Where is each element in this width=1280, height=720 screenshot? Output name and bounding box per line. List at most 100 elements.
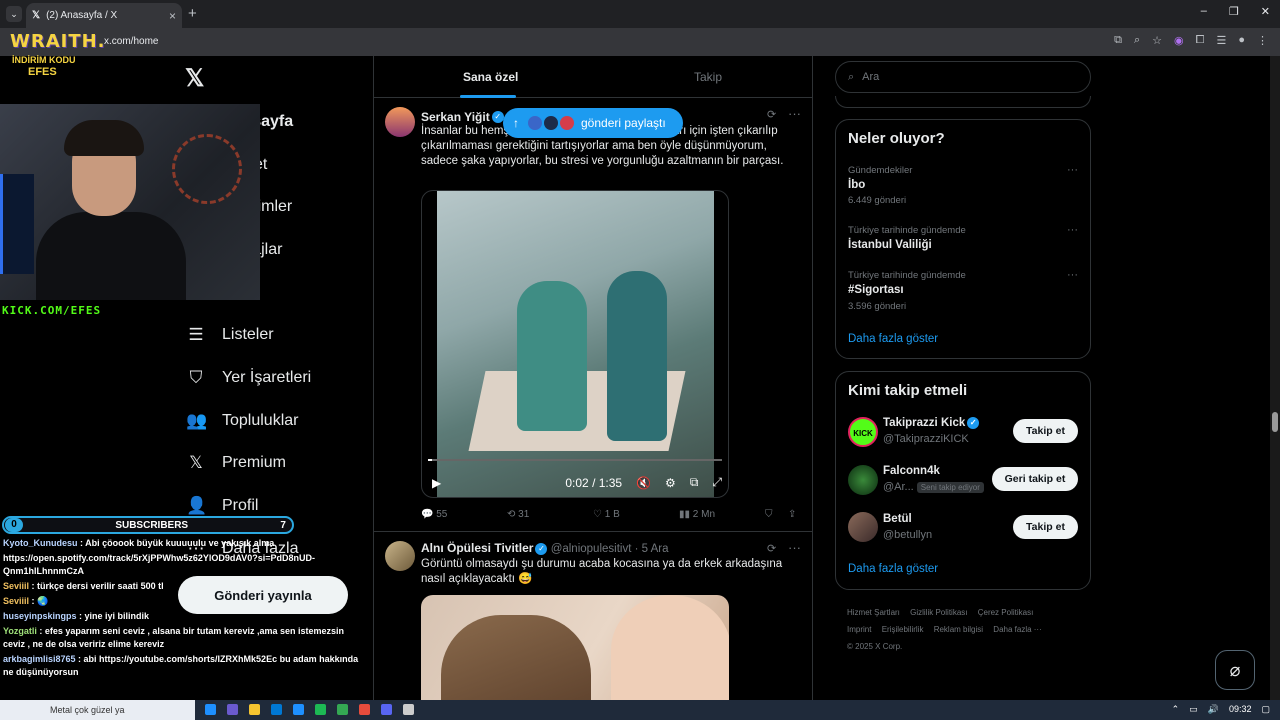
grok-icon[interactable]: ⟳ (767, 108, 776, 121)
url-field[interactable]: x.com/home (104, 36, 158, 47)
tweet-text: Görüntü olmasaydı şu durumu acaba kocası… (421, 558, 783, 585)
taskbar-search[interactable]: Metal çok güzel ya (0, 700, 195, 720)
more-icon[interactable]: ··· (1067, 164, 1078, 176)
tweet-image[interactable] (421, 595, 729, 705)
footer-link[interactable]: Çerez Politikası (978, 608, 1034, 617)
like-button[interactable]: ♡ 1 B (593, 509, 620, 520)
folder-icon[interactable] (249, 704, 260, 715)
avatar[interactable] (848, 512, 878, 542)
footer-link[interactable]: Erişilebilirlik (882, 625, 924, 634)
avatar[interactable] (848, 465, 878, 495)
minimize-button[interactable]: – (1201, 5, 1207, 18)
trend-meta: Türkiye tarihinde gündemde (848, 225, 966, 236)
tab-search-button[interactable]: ⌄ (6, 6, 22, 22)
x-logo-icon[interactable]: 𝕏 (185, 64, 204, 93)
scrollbar[interactable] (1270, 56, 1280, 700)
follow-button[interactable]: Takip et (1013, 419, 1078, 443)
clock[interactable]: 09:32 (1229, 704, 1252, 715)
chrome-icon[interactable] (337, 704, 348, 715)
show-more-link[interactable]: Daha fazla göster (848, 333, 938, 345)
profile-icon[interactable]: ● (1238, 34, 1245, 47)
footer-link[interactable]: Hizmet Şartları (847, 608, 900, 617)
extension-icon[interactable]: ◉ (1174, 34, 1184, 47)
chrome-profile-icon[interactable] (359, 704, 370, 715)
tab-close-icon[interactable]: × (169, 9, 176, 23)
author-name[interactable]: Serkan Yiğit (421, 110, 490, 124)
nav-premium[interactable]: 𝕏 Premium (186, 453, 286, 473)
grok-icon[interactable]: ⟳ (767, 542, 776, 555)
more-icon[interactable]: ··· (1067, 269, 1078, 281)
follow-back-button[interactable]: Geri takip et (992, 467, 1078, 491)
author-name[interactable]: Alnı Öpülesi Tivitler (421, 541, 533, 555)
tab-for-you[interactable]: Sana özel (463, 70, 518, 84)
tab-following[interactable]: Takip (694, 70, 722, 84)
account-name[interactable]: Takiprazzi Kick ✓ (883, 417, 980, 429)
grok-button[interactable]: ⌀ (1215, 650, 1255, 690)
fullscreen-icon[interactable]: ⤢ (712, 475, 722, 490)
account-name[interactable]: Betül (883, 513, 912, 525)
puzzle-icon[interactable]: ⧠ (1196, 34, 1205, 47)
copilot-icon[interactable] (227, 704, 238, 715)
share-notification-pill[interactable]: ↑ gönderi paylaştı (503, 108, 683, 138)
nav-bookmarks[interactable]: ⛉ Yer İşaretleri (186, 368, 312, 388)
cat-figure (441, 615, 591, 705)
more-icon[interactable]: ··· (1067, 224, 1078, 236)
close-window-button[interactable]: ✕ (1261, 5, 1270, 18)
avatar[interactable] (385, 541, 415, 571)
menu-icon[interactable]: ⋮ (1257, 34, 1268, 47)
trend-name[interactable]: #Sigortası (848, 284, 904, 296)
nav-communities[interactable]: 👥 Topluluklar (186, 411, 298, 431)
nav-lists[interactable]: ☰ Listeler (186, 325, 273, 345)
volume-icon[interactable]: 🔊 (1208, 704, 1219, 715)
edge-icon[interactable] (205, 704, 216, 715)
network-icon[interactable]: ▭ (1189, 704, 1198, 715)
cast-icon[interactable]: ⧉ (1114, 34, 1122, 47)
repost-button[interactable]: ⟲ 31 (507, 509, 529, 520)
chevron-up-icon[interactable]: ⌃ (1172, 704, 1180, 715)
maximize-button[interactable]: ❐ (1229, 5, 1239, 18)
play-icon[interactable]: ▶ (432, 476, 441, 490)
obs-icon[interactable] (403, 704, 414, 715)
account-handle-row: @Ar... Seni takip ediyor (883, 481, 984, 493)
author-handle[interactable]: @alniopulesitivt (551, 543, 632, 555)
video-progress-bar[interactable] (428, 459, 722, 461)
more-icon[interactable]: ··· (788, 106, 801, 121)
share-icon[interactable]: ⇪ (788, 509, 796, 520)
footer-link[interactable]: Imprint (847, 625, 871, 634)
outlook-icon[interactable] (271, 704, 282, 715)
pip-icon[interactable]: ⧉ (690, 475, 699, 490)
store-icon[interactable] (293, 704, 304, 715)
nav-profile[interactable]: 👤 Profil (186, 496, 258, 516)
account-name[interactable]: Falconn4k (883, 465, 940, 477)
notification-icon[interactable]: ▢ (1261, 704, 1270, 715)
footer-link[interactable]: Gizlilik Politikası (910, 608, 967, 617)
views-button[interactable]: ▮▮ 2 Mn (679, 509, 715, 520)
follow-button[interactable]: Takip et (1013, 515, 1078, 539)
more-icon[interactable]: ··· (788, 540, 801, 555)
reply-button[interactable]: 💬 55 (421, 509, 447, 520)
settings-icon[interactable]: ⚙ (665, 476, 676, 490)
star-icon[interactable]: ☆ (1152, 34, 1162, 47)
tweet-time[interactable]: · 5 Ara (635, 543, 669, 555)
browser-tab[interactable]: 𝕏 (2) Anasayfa / X × (26, 3, 182, 28)
trend-name[interactable]: İbo (848, 179, 865, 191)
mute-icon[interactable]: 🔇 (636, 476, 651, 490)
chat-user: arkbagimlisi8765 (3, 654, 76, 664)
streamer-body (36, 212, 186, 300)
reading-list-icon[interactable]: ☰ (1216, 34, 1226, 47)
avatar[interactable]: KICK (848, 417, 878, 447)
trend-name[interactable]: İstanbul Valiliği (848, 239, 932, 251)
search-input[interactable]: ⌕ Ara (835, 61, 1091, 93)
new-tab-button[interactable]: + (188, 5, 197, 22)
bookmark-icon[interactable]: ⛉ (765, 509, 773, 520)
footer-link[interactable]: Daha fazla ··· (993, 625, 1041, 634)
show-more-link[interactable]: Daha fazla göster (848, 563, 938, 575)
zoom-icon[interactable]: ⌕ (1134, 34, 1140, 47)
footer-link[interactable]: Reklam bilgisi (934, 625, 983, 634)
video-player[interactable]: ▶ 0:02 / 1:35 🔇 ⚙ ⧉ ⤢ (421, 190, 729, 498)
avatar[interactable] (385, 107, 415, 137)
chat-user: Seviiil (3, 596, 30, 606)
discord-icon[interactable] (381, 704, 392, 715)
scrollbar-thumb[interactable] (1272, 412, 1278, 432)
spotify-icon[interactable] (315, 704, 326, 715)
